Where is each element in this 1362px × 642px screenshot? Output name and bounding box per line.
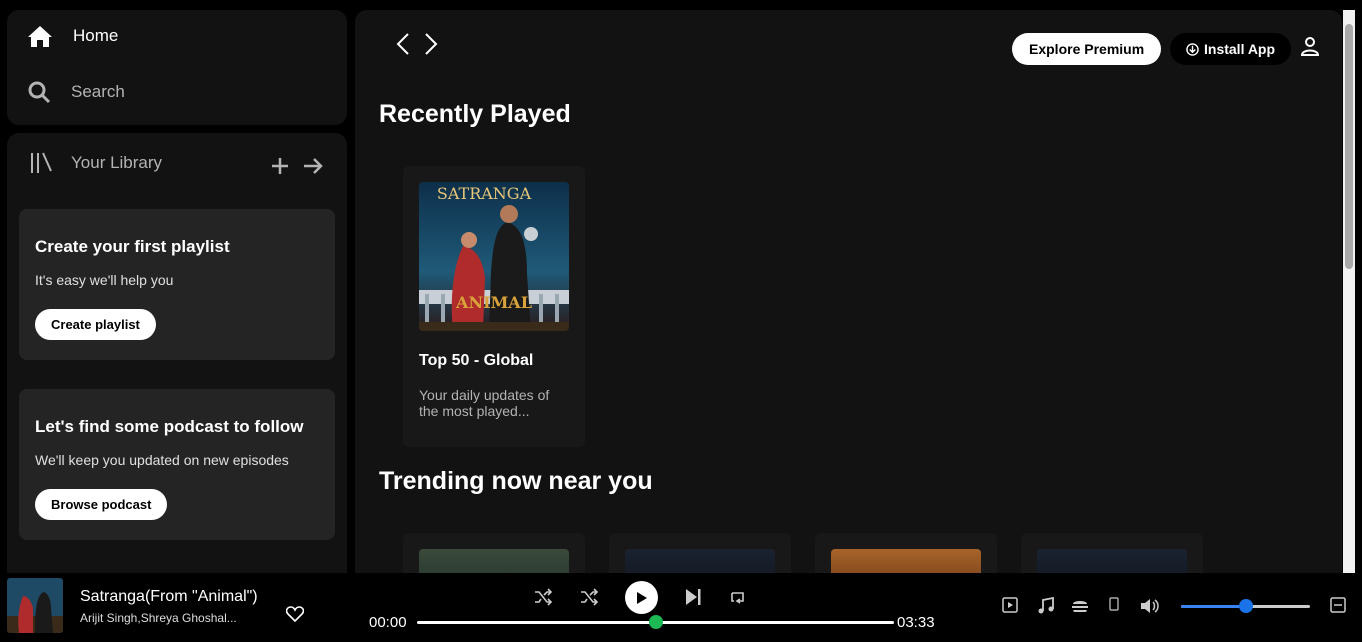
library-title: Your Library: [71, 153, 163, 172]
nav-home[interactable]: Home: [27, 24, 118, 48]
main-scrollbar[interactable]: [1343, 10, 1355, 573]
trending-card[interactable]: [403, 533, 585, 573]
card-text: We'll keep you updated on new episodes: [35, 452, 289, 468]
user-icon[interactable]: [1300, 36, 1320, 56]
duration: 03:33: [897, 614, 935, 631]
now-playing-art[interactable]: [7, 578, 63, 633]
podcast-card: Let's find some podcast to follow We'll …: [19, 389, 335, 540]
trending-title: Trending now near you: [379, 467, 653, 495]
trending-card[interactable]: [815, 533, 997, 573]
volume-icon[interactable]: [1140, 597, 1160, 615]
progress-knob[interactable]: [648, 615, 663, 629]
volume-knob[interactable]: [1238, 599, 1253, 613]
current-time: 00:00: [369, 614, 407, 631]
home-icon: [28, 26, 52, 47]
browse-podcast-button[interactable]: Browse podcast: [35, 489, 168, 520]
skip-next-icon[interactable]: [684, 587, 702, 607]
plus-icon[interactable]: [271, 157, 289, 175]
card-text: It's easy we'll help you: [35, 272, 174, 288]
trending-card[interactable]: [609, 533, 791, 573]
queue-icon[interactable]: [1071, 597, 1089, 613]
download-icon: [1186, 42, 1199, 56]
nav-search-label: Search: [71, 82, 125, 101]
nav-search[interactable]: Search: [27, 80, 125, 104]
player-bar: Satranga(From "Animal") Arijit Singh,Shr…: [0, 573, 1362, 642]
scroll-thumb[interactable]: [1345, 24, 1353, 269]
sidebar-nav: Home Search: [7, 10, 347, 125]
minimize-icon[interactable]: [1330, 597, 1346, 613]
now-playing-title[interactable]: Satranga(From "Animal"): [80, 588, 258, 606]
create-playlist-button[interactable]: Create playlist: [35, 309, 156, 340]
progress-bar[interactable]: [417, 615, 894, 629]
library-icon: [31, 152, 52, 173]
library-panel: Your Library Create your first playlist …: [7, 133, 347, 573]
main-panel: Explore Premium Install App Recently Pla…: [355, 10, 1342, 573]
device-icon[interactable]: [1109, 597, 1119, 611]
album-description: Your daily updates of the most played...: [419, 387, 550, 419]
album-art-brand: ANIMAL: [455, 293, 532, 312]
shuffle-icon[interactable]: [579, 587, 599, 607]
chevron-right-icon[interactable]: [423, 32, 439, 56]
repeat-icon[interactable]: [727, 587, 747, 607]
install-app-button[interactable]: Install App: [1170, 33, 1292, 65]
trending-art: [625, 549, 775, 573]
now-playing-view-icon[interactable]: [1002, 597, 1018, 613]
recently-played-title: Recently Played: [379, 100, 571, 128]
lyrics-icon[interactable]: [1037, 597, 1055, 615]
play-button[interactable]: [625, 581, 658, 614]
album-name: Top 50 - Global: [419, 352, 534, 369]
search-icon: [28, 81, 51, 104]
install-app-label: Install App: [1204, 41, 1276, 57]
album-card[interactable]: SATRANGA ANIMAL Top 50 - Global Your dai…: [403, 166, 585, 447]
now-playing-artist[interactable]: Arijit Singh,Shreya Ghoshal...: [80, 611, 237, 625]
library-header[interactable]: Your Library: [29, 151, 162, 175]
card-title: Let's find some podcast to follow: [35, 417, 304, 436]
arrow-right-icon[interactable]: [303, 157, 323, 175]
card-title: Create your first playlist: [35, 237, 230, 256]
nav-home-label: Home: [73, 26, 119, 45]
volume-slider[interactable]: [1181, 599, 1310, 613]
album-art-title: SATRANGA: [437, 184, 532, 203]
album-art: SATRANGA ANIMAL: [419, 182, 569, 331]
trending-art: [831, 549, 981, 573]
create-playlist-card: Create your first playlist It's easy we'…: [19, 209, 335, 360]
trending-art: [419, 549, 569, 573]
play-icon: [636, 591, 647, 604]
volume-fill: [1181, 605, 1246, 608]
trending-art: [1037, 549, 1187, 573]
explore-premium-button[interactable]: Explore Premium: [1012, 33, 1162, 65]
heart-icon[interactable]: [286, 606, 304, 622]
shuffle-icon[interactable]: [533, 587, 553, 607]
chevron-left-icon[interactable]: [395, 32, 411, 56]
trending-card[interactable]: [1021, 533, 1203, 573]
